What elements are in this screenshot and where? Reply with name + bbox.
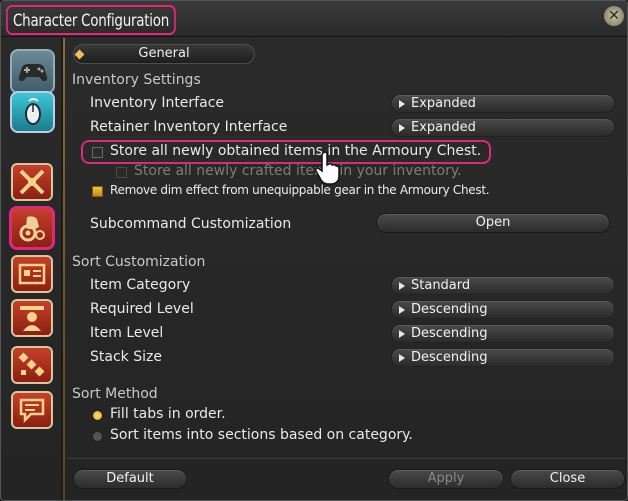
- subcommand-label: Subcommand Customization: [90, 216, 292, 232]
- armoury-store-checkbox[interactable]: [92, 147, 103, 158]
- apply-button[interactable]: Apply: [388, 469, 504, 489]
- tab-general[interactable]: General: [73, 44, 255, 64]
- inventory-settings-heading: Inventory Settings: [72, 72, 201, 88]
- item-level-dropdown[interactable]: Descending: [391, 324, 615, 343]
- armoury-store-label[interactable]: Store all newly obtained items in the Ar…: [110, 143, 481, 159]
- sort-method-heading: Sort Method: [72, 386, 158, 402]
- retainer-interface-dropdown[interactable]: Expanded: [391, 118, 615, 137]
- inventory-interface-dropdown[interactable]: Expanded: [391, 94, 615, 113]
- title-bar[interactable]: Character Configuration ✕: [1, 1, 627, 37]
- stack-size-label: Stack Size: [90, 349, 162, 365]
- required-level-dropdown[interactable]: Descending: [391, 300, 615, 319]
- required-level-label: Required Level: [90, 301, 194, 317]
- subcommand-open-button[interactable]: Open: [376, 213, 610, 233]
- nameplate-icon: [20, 306, 44, 331]
- sidebar-divider: [63, 38, 65, 500]
- party-list-icon: [18, 352, 45, 377]
- sidebar-battle-tab[interactable]: [11, 163, 53, 201]
- fill-tabs-label[interactable]: Fill tabs in order.: [110, 406, 226, 422]
- sidebar-party-tab[interactable]: [11, 346, 53, 384]
- items-gear-icon: [19, 216, 45, 242]
- window-title: Character Configuration: [6, 5, 177, 35]
- sort-sections-radio[interactable]: [92, 431, 103, 442]
- close-window-icon[interactable]: ✕: [604, 6, 624, 26]
- crafted-store-checkbox[interactable]: [116, 167, 127, 178]
- item-category-dropdown[interactable]: Standard: [391, 276, 615, 295]
- sort-customization-heading: Sort Customization: [72, 254, 206, 270]
- item-category-label: Item Category: [90, 277, 191, 293]
- sidebar-nameplate-tab[interactable]: [11, 299, 53, 337]
- dim-effect-checkbox[interactable]: [92, 186, 103, 197]
- chat-icon: [19, 398, 45, 424]
- mouse-mode-tab[interactable]: [10, 91, 55, 133]
- battle-icon: [19, 169, 45, 195]
- dim-effect-label[interactable]: Remove dim effect from unequippable gear…: [110, 183, 490, 197]
- sidebar-chat-tab[interactable]: [11, 391, 53, 429]
- inventory-interface-label: Inventory Interface: [90, 95, 224, 111]
- crafted-store-label: Store all newly crafted items in your in…: [134, 163, 462, 179]
- footer-divider: [67, 458, 625, 459]
- mouse-icon: [24, 98, 41, 125]
- fill-tabs-radio[interactable]: [92, 410, 103, 421]
- gamepad-mode-tab[interactable]: [10, 49, 55, 94]
- sidebar-hud-tab[interactable]: [11, 255, 53, 293]
- character-configuration-window: Character Configuration ✕ General Invent…: [0, 0, 628, 501]
- hud-card-icon: [18, 263, 46, 285]
- hand-cursor-icon: [315, 151, 340, 185]
- gamepad-icon: [18, 63, 47, 81]
- sidebar-items-tab[interactable]: [9, 206, 55, 250]
- stack-size-dropdown[interactable]: Descending: [391, 348, 615, 367]
- item-level-label: Item Level: [90, 325, 164, 341]
- default-button[interactable]: Default: [73, 469, 187, 489]
- retainer-interface-label: Retainer Inventory Interface: [90, 119, 288, 135]
- close-button[interactable]: Close: [510, 469, 625, 489]
- sort-sections-label[interactable]: Sort items into sections based on catego…: [110, 427, 413, 443]
